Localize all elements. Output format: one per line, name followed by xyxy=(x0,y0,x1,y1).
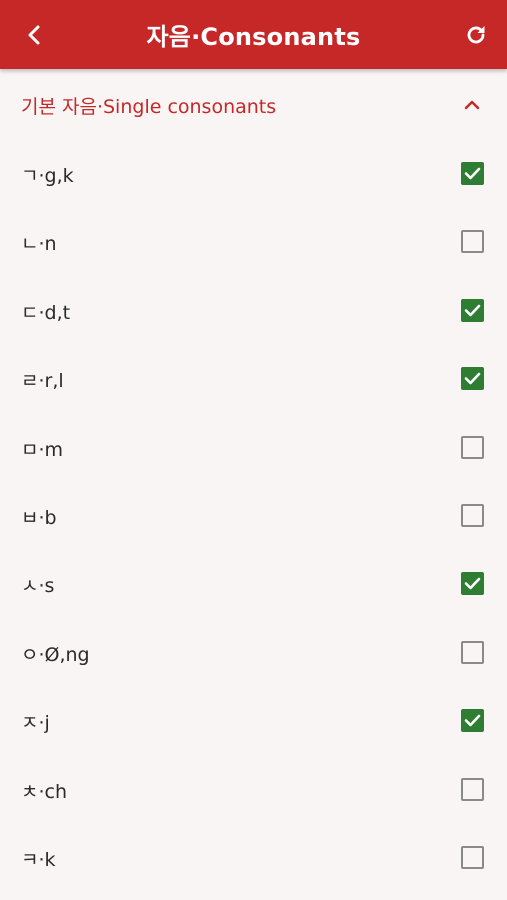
consonant-list: ㄱ·g,k ㄴ·n ㄷ·d,t ㄹ·r,l ㅁ·m ㅂ·b ㅅ·s ㅇ·Ø,ng… xyxy=(0,139,507,891)
checkbox-checked[interactable] xyxy=(461,298,484,322)
consonant-label: ㄱ·g,k xyxy=(21,165,74,187)
list-item[interactable]: ㄱ·g,k xyxy=(0,139,507,207)
chevron-left-icon xyxy=(28,25,40,45)
checkbox-checked[interactable] xyxy=(461,367,484,391)
checkbox-checked[interactable] xyxy=(461,709,484,733)
checkbox-checked[interactable] xyxy=(461,572,484,596)
checkmark-icon xyxy=(464,578,481,590)
list-item[interactable]: ㅂ·b xyxy=(0,481,507,549)
list-item[interactable]: ㅋ·k xyxy=(0,823,507,891)
consonant-label: ㅂ·b xyxy=(21,506,57,529)
consonant-label: ㅈ·j xyxy=(21,712,50,735)
app-bar: 자음·Consonants xyxy=(0,0,507,69)
checkbox-unchecked[interactable] xyxy=(461,230,484,254)
list-item[interactable]: ㅁ·m xyxy=(0,413,507,481)
consonant-label: ㅋ·k xyxy=(21,848,56,871)
refresh-icon xyxy=(467,26,485,44)
checkbox-unchecked[interactable] xyxy=(461,503,484,527)
consonant-label: ㅅ·s xyxy=(21,575,55,598)
list-item[interactable]: ㄴ·n xyxy=(0,207,507,275)
list-item[interactable]: ㅅ·s xyxy=(0,549,507,617)
list-item[interactable]: ㅈ·j xyxy=(0,686,507,754)
chevron-up-icon xyxy=(462,95,482,115)
checkbox-checked[interactable] xyxy=(461,162,484,185)
back-button[interactable] xyxy=(18,18,52,52)
checkbox-unchecked[interactable] xyxy=(461,435,484,459)
checkmark-icon xyxy=(464,304,481,317)
checkbox-unchecked[interactable] xyxy=(461,640,484,664)
section-header-single-consonants[interactable]: 기본 자음·Single consonants xyxy=(0,69,507,139)
refresh-button[interactable] xyxy=(459,18,493,52)
checkmark-icon xyxy=(464,167,481,180)
consonant-label: ㅊ·ch xyxy=(21,780,68,803)
consonant-label: ㅁ·m xyxy=(21,438,64,461)
section-title: 기본 자음·Single consonants xyxy=(21,96,277,118)
checkmark-icon xyxy=(464,714,481,727)
consonant-label: ㄷ·d,t xyxy=(21,301,71,324)
list-item[interactable]: ㅇ·Ø,ng xyxy=(0,618,507,686)
consonant-label: ㄴ·n xyxy=(21,233,57,256)
checkbox-unchecked[interactable] xyxy=(461,777,484,801)
consonant-label: ㄹ·r,l xyxy=(21,370,64,393)
checkmark-icon xyxy=(464,372,481,385)
list-item[interactable]: ㄷ·d,t xyxy=(0,276,507,344)
list-item[interactable]: ㅊ·ch xyxy=(0,755,507,823)
list-item[interactable]: ㄹ·r,l xyxy=(0,344,507,412)
checkbox-unchecked[interactable] xyxy=(461,845,484,869)
consonant-label: ㅇ·Ø,ng xyxy=(21,643,90,666)
page-title: 자음·Consonants xyxy=(146,23,361,51)
